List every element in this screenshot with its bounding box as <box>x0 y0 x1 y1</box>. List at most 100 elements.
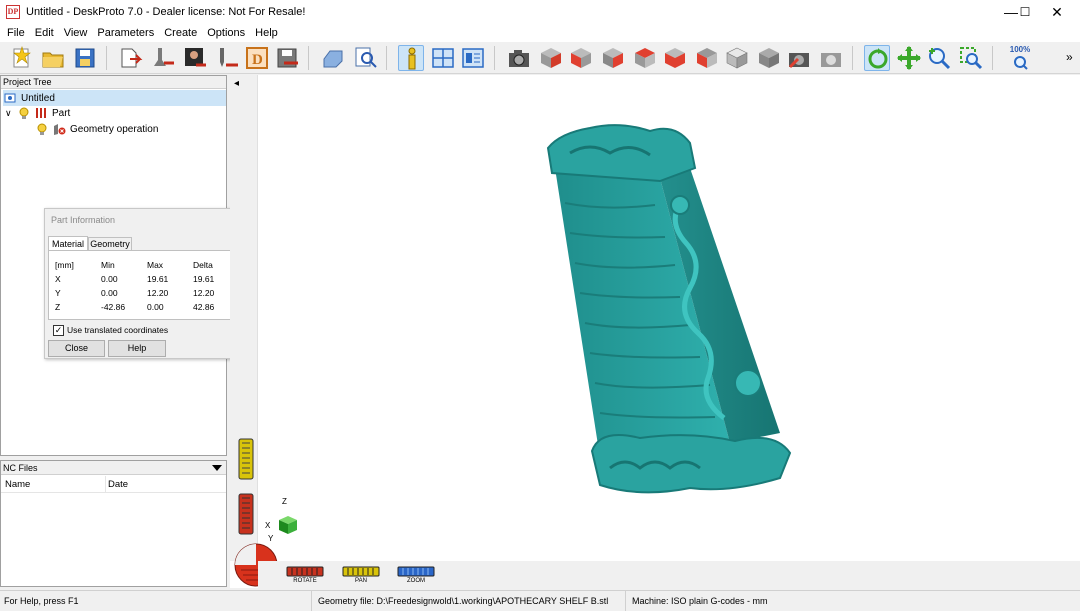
menu-help[interactable]: Help <box>250 27 283 39</box>
tree-item-untitled[interactable]: Untitled <box>3 90 226 106</box>
operation-icon <box>54 124 66 135</box>
menu-options[interactable]: Options <box>202 27 250 39</box>
dropdown-arrow-icon[interactable] <box>211 464 223 473</box>
camera-forward-icon[interactable] <box>818 45 844 71</box>
tab-geometry[interactable]: Geometry <box>88 237 132 251</box>
menu-file[interactable]: File <box>2 27 30 39</box>
nc-files-title: NC Files <box>3 463 38 473</box>
menu-parameters[interactable]: Parameters <box>92 27 159 39</box>
col-header-unit: [mm] <box>55 260 74 270</box>
nc-files-columns: Name Date <box>1 475 226 493</box>
view-top-icon[interactable] <box>694 45 720 71</box>
lightbulb-icon[interactable] <box>35 122 49 136</box>
menu-bar: File Edit View Parameters Create Options… <box>0 24 1080 42</box>
zoom-100-icon[interactable]: 100% <box>1004 45 1036 71</box>
zoom-window-icon[interactable] <box>958 45 984 71</box>
lightbulb-icon[interactable] <box>17 106 31 120</box>
status-bar: For Help, press F1 Geometry file: D:\Fre… <box>0 590 1080 611</box>
translated-coords-label: Use translated coordinates <box>67 325 169 335</box>
view-right-icon[interactable] <box>600 45 626 71</box>
status-help: For Help, press F1 <box>0 591 312 611</box>
part-information-dialog: Part Information Material Geometry [mm] … <box>44 208 247 359</box>
window-title: Untitled - DeskProto 7.0 - Dealer licens… <box>26 6 306 18</box>
view-bottom-icon[interactable] <box>724 45 750 71</box>
row-x-axis: X <box>55 274 61 284</box>
axis-z-label: Z <box>282 497 287 506</box>
zoom-wheel-icon[interactable] <box>397 566 435 577</box>
window-layout-icon[interactable] <box>430 45 456 71</box>
view-shade-icon[interactable] <box>756 45 782 71</box>
zoom-mode-icon[interactable] <box>926 45 952 71</box>
rotate-wheel-icon[interactable] <box>286 566 324 577</box>
row-y-max: 12.20 <box>147 288 169 298</box>
toolbar-overflow-button[interactable]: » <box>1066 50 1073 64</box>
decorate-icon[interactable]: D <box>244 45 270 71</box>
tool-icon[interactable] <box>214 45 240 71</box>
part-icon <box>36 108 46 118</box>
open-folder-icon[interactable] <box>40 45 66 71</box>
col-header-min: Min <box>101 260 115 270</box>
col-header-name[interactable]: Name <box>5 479 30 490</box>
tree-item-label: Untitled <box>21 92 55 104</box>
col-header-date[interactable]: Date <box>108 479 128 490</box>
view-left-icon[interactable] <box>662 45 688 71</box>
row-z-delta: 42.86 <box>193 302 215 312</box>
menu-create[interactable]: Create <box>159 27 202 39</box>
svg-text:D: D <box>252 52 263 68</box>
part-parameters-icon[interactable] <box>150 45 176 71</box>
tree-item-geometry-operation[interactable]: Geometry operation <box>35 121 158 137</box>
help-button[interactable]: Help <box>108 340 166 357</box>
zoom-slider-icon[interactable] <box>238 493 254 535</box>
shelf-model[interactable] <box>530 113 820 533</box>
row-y-axis: Y <box>55 288 61 298</box>
collapse-left-icon[interactable]: ◂ <box>234 78 239 89</box>
chevron-down-icon[interactable]: ∨ <box>5 108 17 119</box>
viewport-bottom-strip <box>258 561 1080 588</box>
close-window-button[interactable]: ✕ <box>1034 0 1080 24</box>
camera-view-icon[interactable] <box>506 45 532 71</box>
menu-view[interactable]: View <box>59 27 93 39</box>
axis-y-label: Y <box>268 534 274 543</box>
view-settings-icon[interactable] <box>460 45 486 71</box>
col-header-max: Max <box>147 260 164 270</box>
new-project-icon[interactable] <box>8 45 34 71</box>
row-z-min: -42.86 <box>101 302 126 312</box>
row-z-axis: Z <box>55 302 61 312</box>
viewport-side-strip <box>230 75 258 561</box>
tree-item-part[interactable]: ∨ Part <box>5 105 70 121</box>
axis-x-label: X <box>265 521 271 530</box>
row-x-delta: 19.61 <box>193 274 215 284</box>
row-z-max: 0.00 <box>147 302 164 312</box>
status-machine: Machine: ISO plain G-codes - mm <box>632 596 768 606</box>
app-icon: DP <box>6 5 20 19</box>
import-geometry-icon[interactable] <box>118 45 144 71</box>
view-back-icon[interactable] <box>632 45 658 71</box>
3d-viewport[interactable]: ◂ ROTATE PAN ZOOM Z X Y <box>230 75 1080 588</box>
simulation-icon[interactable] <box>320 45 346 71</box>
view-iso-icon[interactable] <box>538 45 564 71</box>
preview-icon[interactable] <box>352 45 378 71</box>
save-ncfile-icon[interactable] <box>274 45 300 71</box>
pan-slider-icon[interactable] <box>238 438 254 480</box>
view-front-icon[interactable] <box>568 45 594 71</box>
close-button[interactable]: Close <box>48 340 105 357</box>
menu-edit[interactable]: Edit <box>30 27 59 39</box>
save-icon[interactable] <box>72 45 98 71</box>
nc-files-header: NC Files <box>1 461 226 475</box>
col-header-delta: Delta <box>193 260 213 270</box>
zoom-label: ZOOM <box>407 578 425 584</box>
title-bar: DP Untitled - DeskProto 7.0 - Dealer lic… <box>0 0 1080 24</box>
bitmap-icon[interactable] <box>182 45 208 71</box>
row-x-max: 19.61 <box>147 274 169 284</box>
translated-coords-checkbox[interactable]: ✓ <box>53 325 64 336</box>
tree-item-label: Part <box>52 107 71 119</box>
camera-back-icon[interactable] <box>786 45 812 71</box>
tab-material[interactable]: Material <box>48 236 88 251</box>
row-y-delta: 12.20 <box>193 288 215 298</box>
rotate-mode-icon[interactable] <box>864 45 890 71</box>
pan-mode-icon[interactable] <box>896 45 922 71</box>
dialog-title: Part Information <box>51 215 116 225</box>
tree-item-label: Geometry operation <box>70 123 159 135</box>
pan-wheel-icon[interactable] <box>342 566 380 577</box>
info-icon[interactable] <box>398 45 424 71</box>
